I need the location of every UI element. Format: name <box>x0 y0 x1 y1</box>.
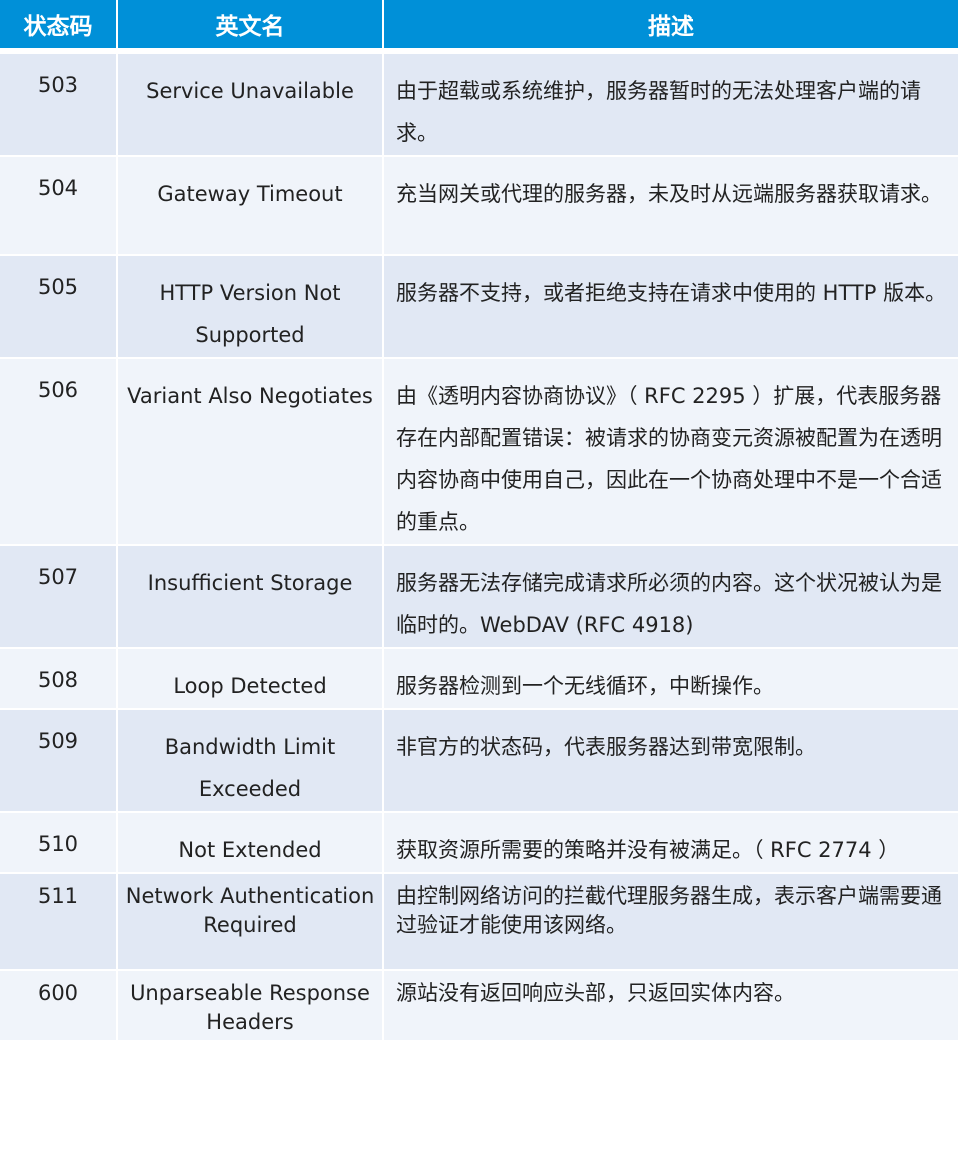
status-code-cell: 505 <box>0 256 116 357</box>
table-row: 508 Loop Detected 服务器检测到一个无线循环，中断操作。 <box>0 649 958 708</box>
status-code-table: 状态码 英文名 描述 503 Service Unavailable 由于超载或系统… <box>0 0 960 1042</box>
table-row: 511 Network Authentication Required 由控制网络访… <box>0 874 958 969</box>
table-row: 504 Gateway Timeout 充当网关或代理的服务器，未及时从远端服务器获… <box>0 157 958 254</box>
english-name-cell: Variant Also Negotiates <box>118 359 382 544</box>
table-header: 状态码 英文名 描述 <box>0 0 958 48</box>
english-name-cell: Gateway Timeout <box>118 157 382 254</box>
divider <box>0 50 958 52</box>
description-cell: 获取资源所需要的策略并没有被满足。（ RFC 2774 ） <box>384 813 958 872</box>
status-code-cell: 511 <box>0 874 116 969</box>
table-row: 505 HTTP Version Not Supported 服务器不支持，或者拒绝… <box>0 256 958 357</box>
header-description: 描述 <box>384 0 958 48</box>
table-row: 510 Not Extended 获取资源所需要的策略并没有被满足。（ RFC 27… <box>0 813 958 872</box>
status-code-cell: 510 <box>0 813 116 872</box>
description-cell: 由于超载或系统维护，服务器暂时的无法处理客户端的请求。 <box>384 54 958 155</box>
status-code-cell: 504 <box>0 157 116 254</box>
status-code-cell: 506 <box>0 359 116 544</box>
description-cell: 服务器不支持，或者拒绝支持在请求中使用的 HTTP 版本。 <box>384 256 958 357</box>
description-cell: 服务器检测到一个无线循环，中断操作。 <box>384 649 958 708</box>
status-code-cell: 503 <box>0 54 116 155</box>
table-row: 509 Bandwidth Limit Exceeded 非官方的状态码，代表服务器… <box>0 710 958 811</box>
description-cell: 非官方的状态码，代表服务器达到带宽限制。 <box>384 710 958 811</box>
status-code-cell: 509 <box>0 710 116 811</box>
header-code: 状态码 <box>0 0 116 48</box>
description-cell: 源站没有返回响应头部，只返回实体内容。 <box>384 971 958 1040</box>
description-cell: 由控制网络访问的拦截代理服务器生成，表示客户端需要通过验证才能使用该网络。 <box>384 874 958 969</box>
header-name: 英文名 <box>118 0 382 48</box>
table-row: 507 Insufficient Storage 服务器无法存储完成请求所必须的内容… <box>0 546 958 647</box>
status-code-cell: 508 <box>0 649 116 708</box>
english-name-cell: Bandwidth Limit Exceeded <box>118 710 382 811</box>
english-name-cell: Unparseable Response Headers <box>118 971 382 1040</box>
english-name-cell: Loop Detected <box>118 649 382 708</box>
english-name-cell: Network Authentication Required <box>118 874 382 969</box>
status-code-cell: 507 <box>0 546 116 647</box>
english-name-cell: Not Extended <box>118 813 382 872</box>
description-cell: 服务器无法存储完成请求所必须的内容。这个状况被认为是临时的。WebDAV (RF… <box>384 546 958 647</box>
table-row: 600 Unparseable Response Headers 源站没有返回响应头… <box>0 971 958 1040</box>
table-row: 506 Variant Also Negotiates 由《透明内容协商协议》（ R… <box>0 359 958 544</box>
description-cell: 由《透明内容协商协议》（ RFC 2295 ）扩展，代表服务器存在内部配置错误：… <box>384 359 958 544</box>
description-cell: 充当网关或代理的服务器，未及时从远端服务器获取请求。 <box>384 157 958 254</box>
table-row: 503 Service Unavailable 由于超载或系统维护，服务器暂时的无法… <box>0 54 958 155</box>
status-code-cell: 600 <box>0 971 116 1040</box>
english-name-cell: HTTP Version Not Supported <box>118 256 382 357</box>
english-name-cell: Service Unavailable <box>118 54 382 155</box>
english-name-cell: Insufficient Storage <box>118 546 382 647</box>
